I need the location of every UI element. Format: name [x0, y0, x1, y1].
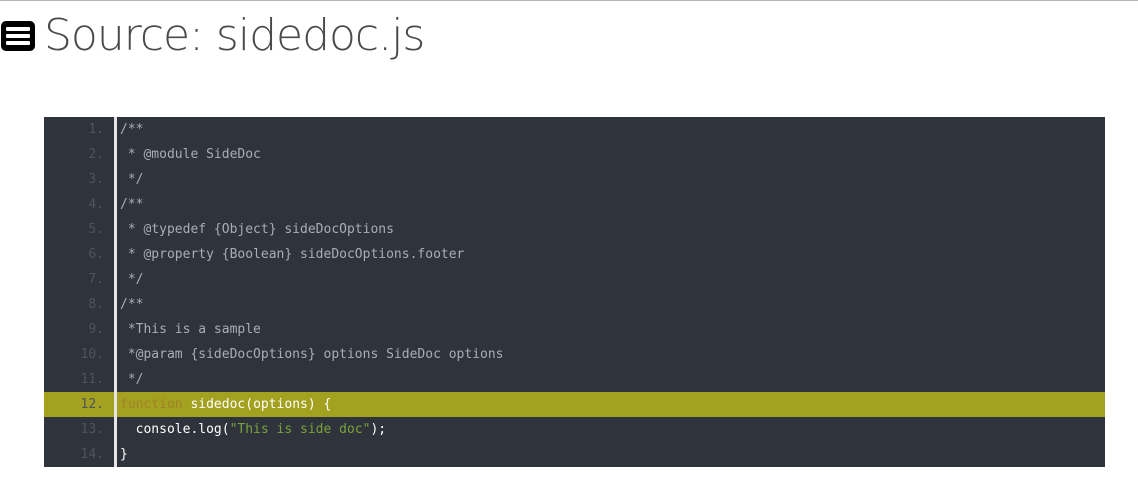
code-text: function sidedoc(options) {	[117, 397, 331, 412]
top-rule	[0, 0, 1138, 1]
line-number: 12.	[80, 397, 104, 412]
code-text: * @module SideDoc	[120, 147, 261, 162]
code-text: console.log("This is side doc");	[117, 422, 386, 437]
code-line: 8. /**	[44, 292, 1105, 317]
line-number: 3.	[88, 172, 104, 187]
hamburger-menu-icon[interactable]	[0, 19, 36, 53]
line-number: 8.	[88, 297, 104, 312]
code-text: *@param {sideDocOptions} options SideDoc…	[120, 347, 504, 362]
string-token: "This is side doc"	[229, 422, 371, 437]
page-title: Source: sidedoc.js	[44, 10, 425, 61]
line-number: 11.	[80, 372, 104, 387]
line-number: 9.	[88, 322, 104, 337]
code-text: */	[120, 372, 144, 387]
line-number: 7.	[88, 272, 104, 287]
code-token: sidedoc(options) {	[182, 397, 332, 412]
code-line: 4. /**	[44, 192, 1105, 217]
keyword-token: function	[120, 397, 183, 412]
code-line: 5. * @typedef {Object} sideDocOptions	[44, 217, 1105, 242]
code-text: */	[120, 272, 144, 287]
code-text: /**	[120, 197, 144, 212]
highlighted-code-line: 12. function sidedoc(options) {	[44, 392, 1105, 417]
code-line: 13. console.log("This is side doc");	[44, 417, 1105, 442]
line-number: 1.	[88, 122, 104, 137]
code-line: 1. /**	[44, 117, 1105, 142]
code-text: /**	[120, 297, 144, 312]
code-line: 11. */	[44, 367, 1105, 392]
code-text: */	[120, 172, 144, 187]
line-number: 2.	[88, 147, 104, 162]
code-text: *This is a sample	[120, 322, 261, 337]
line-number: 14.	[80, 447, 104, 462]
code-line: 6. * @property {Boolean} sideDocOptions.…	[44, 242, 1105, 267]
line-number: 4.	[88, 197, 104, 212]
code-line: 2. * @module SideDoc	[44, 142, 1105, 167]
line-number: 5.	[88, 222, 104, 237]
code-line: 10. *@param {sideDocOptions} options Sid…	[44, 342, 1105, 367]
line-number: 6.	[88, 247, 104, 262]
line-number: 13.	[80, 422, 104, 437]
code-text: /**	[120, 122, 144, 137]
code-text: * @typedef {Object} sideDocOptions	[120, 222, 394, 237]
code-text: * @property {Boolean} sideDocOptions.foo…	[120, 247, 465, 262]
line-number: 10.	[80, 347, 104, 362]
page-header: Source: sidedoc.js	[0, 6, 425, 66]
code-line: 14. }	[44, 442, 1105, 467]
code-token: console.log(	[120, 422, 230, 437]
source-code-panel: 1. /** 2. * @module SideDoc 3. */ 4. /**…	[44, 117, 1105, 467]
code-text: }	[120, 447, 128, 462]
code-line: 7. */	[44, 267, 1105, 292]
code-token: );	[370, 422, 387, 437]
code-line: 9. *This is a sample	[44, 317, 1105, 342]
code-line: 3. */	[44, 167, 1105, 192]
